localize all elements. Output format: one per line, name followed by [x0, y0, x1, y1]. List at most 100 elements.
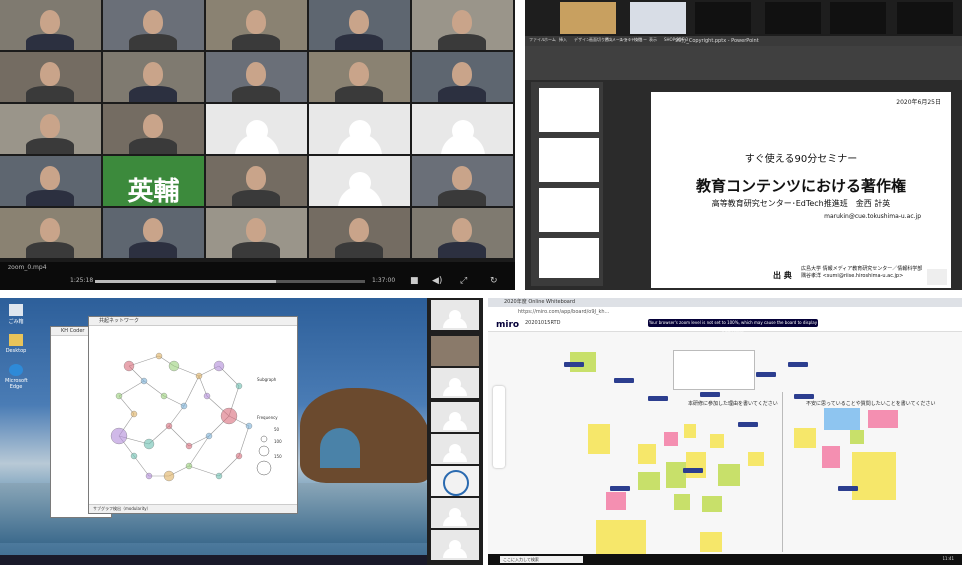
sticky-note[interactable]	[684, 424, 696, 438]
cursor-tag	[610, 486, 630, 491]
participant-tile	[431, 466, 479, 496]
sticky-note[interactable]	[700, 532, 722, 552]
thumbnail-1[interactable]	[539, 88, 599, 132]
ribbon-tab[interactable]: デザイン	[574, 37, 590, 43]
network-node	[163, 470, 175, 482]
sticky-note[interactable]	[638, 472, 660, 490]
sticky-note[interactable]	[666, 462, 686, 488]
participant-tile-video	[412, 156, 513, 206]
sticky-note[interactable]	[794, 428, 816, 448]
sticky-note[interactable]	[638, 444, 656, 464]
participant-tile	[431, 530, 479, 560]
participant-tile-video	[206, 156, 307, 206]
cursor-tag	[700, 392, 720, 397]
edge-icon[interactable]: Microsoft Edge	[5, 364, 28, 390]
legend-size-circle	[258, 445, 270, 457]
slide-date: 2020年6月25日	[896, 99, 941, 106]
sticky-note[interactable]	[748, 452, 764, 466]
network-node	[213, 360, 225, 372]
network-node	[130, 452, 138, 460]
sticky-note[interactable]	[686, 452, 706, 478]
participant-tile	[431, 498, 479, 528]
participant-video	[695, 2, 751, 34]
ribbon-tab[interactable]: 校閲	[634, 37, 642, 43]
ribbon-tab[interactable]: 挿入	[559, 37, 567, 43]
sticky-note[interactable]	[674, 494, 690, 510]
ribbon-tab[interactable]: SHOP PDF 3	[664, 37, 688, 42]
address-bar[interactable]: https://miro.com/app/board/o9J_kh...	[488, 307, 962, 317]
fullscreen-icon[interactable]: ⤢	[460, 276, 467, 286]
legend-subgraph: Subgraph	[257, 377, 277, 382]
sticky-note[interactable]	[824, 408, 860, 430]
powerpoint-screen: 90分_Copyright.pptx - PowerPoint ファイル ホーム挿…	[525, 0, 962, 290]
miro-tools[interactable]	[493, 386, 505, 468]
participant-tile-video	[412, 208, 513, 258]
loop-icon[interactable]: ↻	[490, 276, 498, 286]
stop-icon[interactable]: ■	[410, 276, 419, 286]
thumbnail-3[interactable]	[539, 188, 599, 232]
network-edge	[188, 435, 210, 467]
sticky-note[interactable]	[664, 432, 678, 446]
legend-size-circle	[256, 460, 272, 476]
network-node	[180, 402, 188, 410]
participant-tile-name: 英輔	[103, 156, 204, 206]
participant-tile-video	[0, 52, 101, 102]
source-text: 広島大学 情報メディア教育研究センター／情報科学部 隅谷孝洋 <sumi@rii…	[801, 266, 922, 280]
participant-tile-video	[206, 208, 307, 258]
participant-tile-video	[103, 208, 204, 258]
network-node	[115, 392, 123, 400]
taskbar-search[interactable]: ここに入力して検索	[500, 556, 583, 563]
sticky-note[interactable]	[606, 492, 626, 510]
seek-track[interactable]	[95, 280, 365, 283]
desktop-folder-icon[interactable]: Desktop	[5, 334, 27, 354]
thumbnail-2[interactable]	[539, 138, 599, 182]
slide-subtitle: すぐ使える90分セミナー	[744, 154, 858, 165]
network-node	[155, 352, 163, 360]
participant-name: 英輔	[127, 177, 180, 206]
network-node	[185, 462, 193, 470]
ribbon-tab[interactable]: ファイル	[529, 37, 545, 43]
whiteboard-canvas[interactable]: 本研修に参加した理由を書いてください 不安に思っていることや質問したいことを書い…	[488, 332, 962, 554]
slide-thumbnails	[531, 82, 603, 286]
freq-50: 50	[274, 427, 280, 432]
sticky-note[interactable]	[868, 410, 898, 428]
participant-tile-video	[412, 0, 513, 50]
sticky-note[interactable]	[850, 430, 864, 444]
sticky-note[interactable]	[622, 520, 646, 554]
participant-tile-no-video	[412, 104, 513, 154]
center-frame	[673, 350, 755, 390]
sticky-note[interactable]	[710, 434, 724, 448]
network-node	[185, 442, 193, 450]
ribbon-tab[interactable]: ホーム	[544, 37, 556, 43]
network-node	[110, 427, 128, 445]
sticky-note[interactable]	[588, 424, 610, 454]
sticky-note[interactable]	[852, 452, 896, 500]
board-name[interactable]: 20201015RTD	[525, 320, 560, 326]
slide-title: 教育コンテンツにおける著作権	[695, 177, 906, 195]
network-window-title: 共起ネットワーク	[89, 317, 297, 326]
freq-150: 150	[274, 454, 282, 459]
cursor-tag	[788, 362, 808, 367]
browser-tab[interactable]: 2020年度 Online Whiteboard	[488, 298, 962, 307]
network-node	[205, 432, 213, 440]
sticky-note[interactable]	[718, 464, 740, 486]
miro-logo: miro	[496, 320, 520, 330]
ribbon-tab[interactable]: 表示	[649, 37, 657, 43]
sticky-note[interactable]	[822, 446, 840, 468]
network-window[interactable]: 共起ネットワーク Subgraph Frequency 50 100 150 サ…	[88, 316, 298, 514]
ribbon-tab[interactable]: スライドショー	[619, 37, 647, 43]
video-sidebar	[427, 298, 483, 565]
sticky-note[interactable]	[596, 520, 622, 554]
participant-tile	[431, 336, 479, 366]
recycle-bin-icon[interactable]: ごみ箱	[5, 304, 27, 325]
thumbnail-4[interactable]	[539, 238, 599, 278]
participant-video	[897, 2, 953, 34]
participant-tile-video	[0, 104, 101, 154]
network-node	[195, 372, 203, 380]
participant-tile-video	[309, 208, 410, 258]
network-node	[245, 422, 253, 430]
sticky-note[interactable]	[702, 496, 722, 512]
network-edge	[188, 465, 220, 477]
legend-frequency: Frequency	[257, 415, 278, 420]
volume-icon[interactable]: ◀)	[432, 276, 442, 286]
